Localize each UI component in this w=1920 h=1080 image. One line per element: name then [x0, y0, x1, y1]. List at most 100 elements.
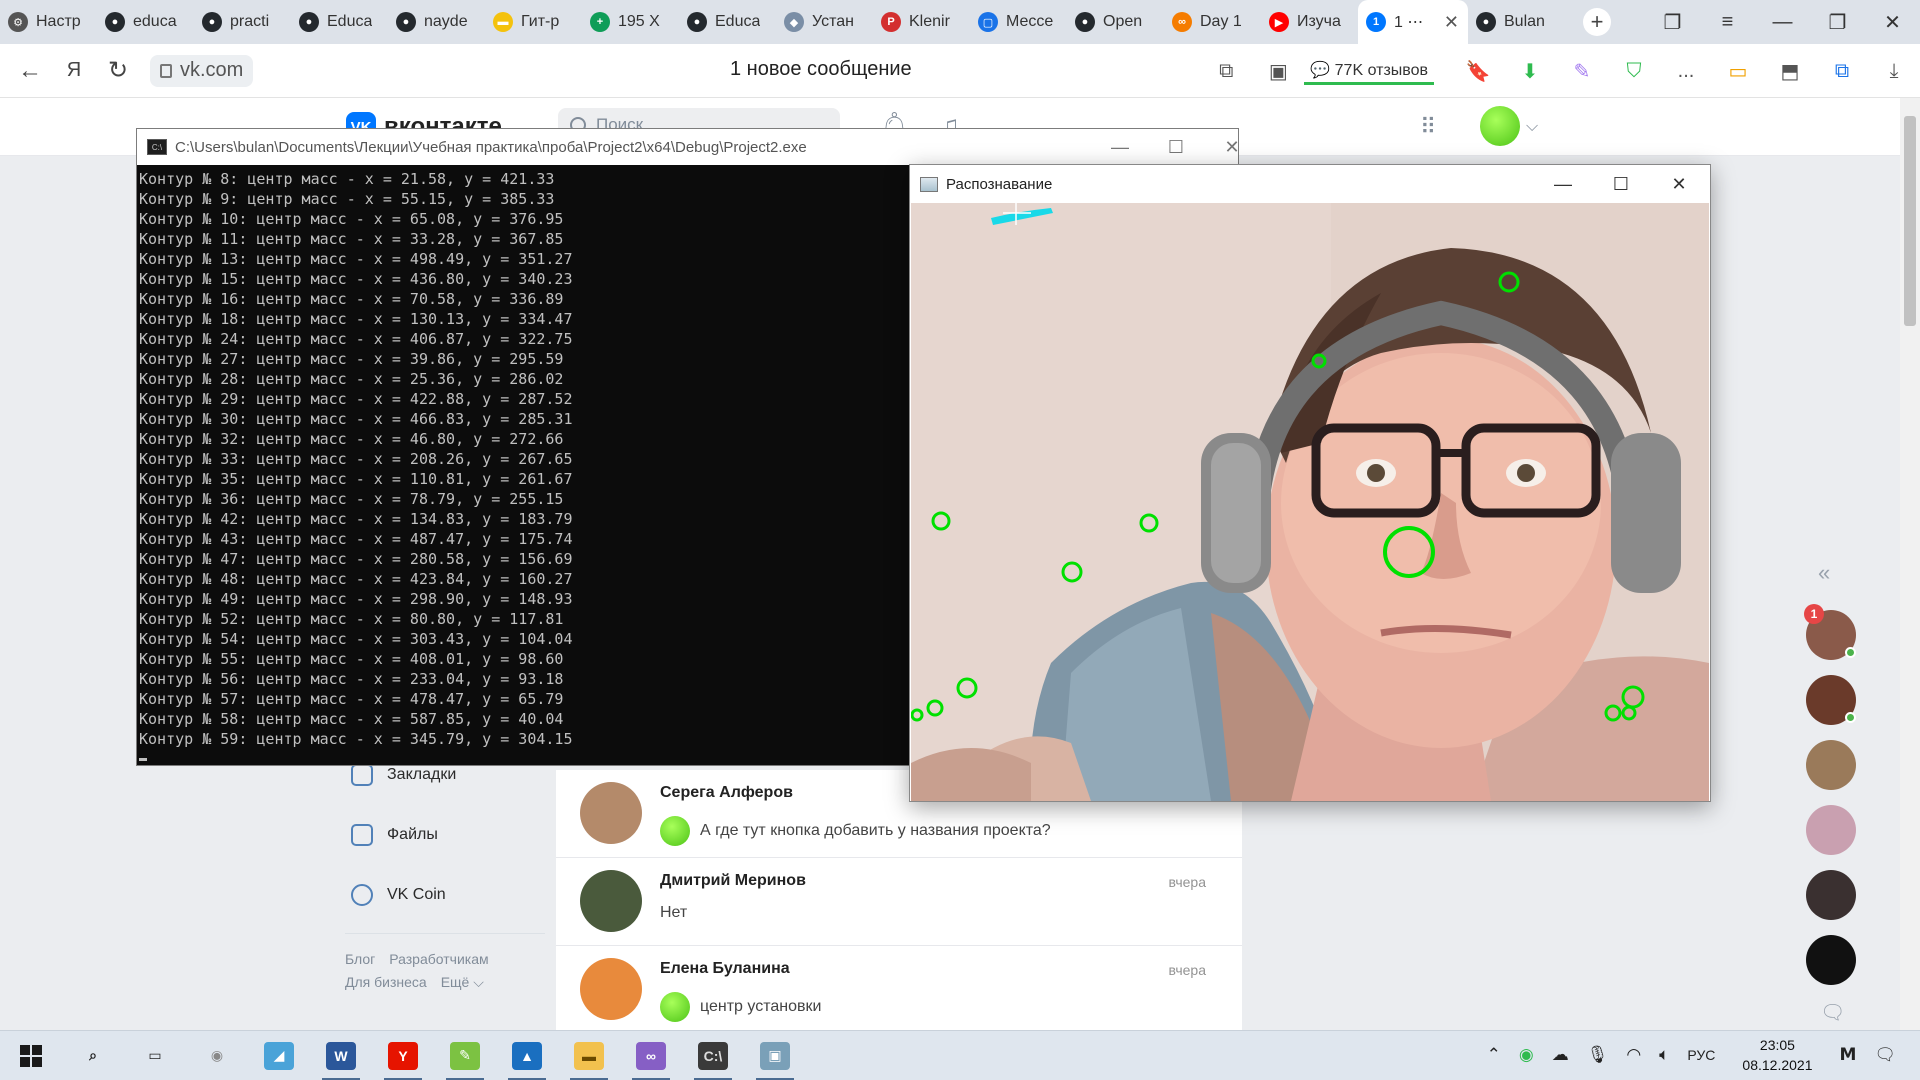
- page-scrollbar[interactable]: [1900, 98, 1920, 1030]
- more-button[interactable]: ...: [1660, 60, 1712, 83]
- taskbar-recognition-app-button[interactable]: ▣: [744, 1031, 806, 1080]
- yandex-button[interactable]: Я: [52, 59, 96, 82]
- menu-item-files[interactable]: Файлы: [345, 805, 545, 865]
- browser-tab[interactable]: ● educa: [97, 0, 194, 44]
- chat-avatar[interactable]: [1806, 870, 1856, 920]
- tab-label: Мессе: [1006, 13, 1054, 30]
- profile-sync-icon[interactable]: ⧉: [1816, 60, 1868, 83]
- chat-avatar[interactable]: [1806, 740, 1856, 790]
- browser-tab[interactable]: ▶ Изуча: [1261, 0, 1358, 44]
- taskbar-yandex-button[interactable]: Y: [372, 1031, 434, 1080]
- unread-badge: 1: [1804, 604, 1824, 624]
- microphone-icon[interactable]: 🎙︎: [1587, 1045, 1609, 1065]
- chat-avatar[interactable]: [1806, 935, 1856, 985]
- pen-icon[interactable]: ✎: [1556, 59, 1608, 84]
- browser-tab[interactable]: ∞ Day 1: [1164, 0, 1261, 44]
- extension-icon[interactable]: ▣: [1252, 59, 1304, 84]
- chat-avatar[interactable]: [1806, 675, 1856, 725]
- recognition-close-button[interactable]: ✕: [1650, 165, 1708, 203]
- recognition-maximize-button[interactable]: ☐: [1592, 165, 1650, 203]
- footer-link-blog[interactable]: Блог: [345, 951, 375, 967]
- widgets-icon[interactable]: Ⅿ: [1839, 1045, 1856, 1065]
- chat-icon: 💬: [1310, 61, 1331, 79]
- browser-tab[interactable]: ● practi: [194, 0, 291, 44]
- cloud-icon[interactable]: ☁: [1552, 1045, 1569, 1065]
- console-minimize-button[interactable]: —: [1092, 129, 1148, 165]
- tab-close-icon[interactable]: ✕: [1444, 12, 1459, 33]
- start-button[interactable]: [0, 1031, 62, 1080]
- tab-favicon-icon: ●: [202, 12, 222, 32]
- chevron-down-icon[interactable]: ⌵: [1526, 118, 1538, 136]
- taskbar-app-blue-button[interactable]: ◢: [248, 1031, 310, 1080]
- browser-tab[interactable]: ◆ Устан: [776, 0, 873, 44]
- maximize-button[interactable]: ❐: [1810, 10, 1865, 35]
- browser-tab[interactable]: ▬ Гит-р: [485, 0, 582, 44]
- tab-label: Настр: [36, 13, 81, 30]
- volume-icon[interactable]: 🔈︎: [1659, 1045, 1669, 1065]
- chat-avatar[interactable]: 1: [1804, 604, 1856, 660]
- close-button[interactable]: ✕: [1865, 10, 1920, 35]
- browser-tab[interactable]: P Klenir: [873, 0, 970, 44]
- notifications-icon[interactable]: 🗨︎: [1874, 1045, 1896, 1065]
- chevron-up-icon[interactable]: ⌃: [1487, 1045, 1501, 1065]
- taskbar-console-button[interactable]: C:\: [682, 1031, 744, 1080]
- shield-icon[interactable]: ⛉: [1608, 60, 1660, 83]
- back-button[interactable]: ←: [8, 57, 52, 85]
- collections-icon[interactable]: ⬒: [1764, 59, 1816, 84]
- browser-tab[interactable]: ● nayde: [388, 0, 485, 44]
- vk-left-menu: Закладки Файлы VK Coin Блог Разработчикам…: [345, 745, 545, 994]
- language-indicator[interactable]: РУС: [1687, 1047, 1715, 1063]
- clock[interactable]: 23:05 08.12.2021: [1742, 1035, 1812, 1075]
- browser-tab[interactable]: ● Open: [1067, 0, 1164, 44]
- url-field[interactable]: vk.com: [150, 54, 254, 87]
- footer-link-business[interactable]: Для бизнеса: [345, 974, 427, 990]
- camera-tray-icon[interactable]: ◉: [1519, 1045, 1534, 1065]
- browser-tab[interactable]: ● Educa: [291, 0, 388, 44]
- reload-button[interactable]: ↻: [96, 56, 140, 85]
- collapse-icon[interactable]: «: [1818, 560, 1862, 586]
- console-close-button[interactable]: ✕: [1204, 129, 1260, 165]
- chat-avatar[interactable]: [1806, 805, 1856, 855]
- browser-menu-icon[interactable]: ≡: [1700, 11, 1755, 34]
- chat-icon[interactable]: 🗨︎: [1820, 1000, 1862, 1025]
- minimize-button[interactable]: —: [1755, 11, 1810, 34]
- taskbar-word-button[interactable]: W: [310, 1031, 372, 1080]
- apps-grid-icon[interactable]: ⠿: [1420, 114, 1436, 140]
- recognition-title-bar[interactable]: Распознавание — ☐ ✕: [910, 165, 1710, 203]
- bookmark-icon[interactable]: 🔖: [1452, 59, 1504, 84]
- recognition-minimize-button[interactable]: —: [1534, 165, 1592, 203]
- footer-link-more[interactable]: Ещё ⌵: [441, 974, 484, 990]
- tab-manager-icon[interactable]: ❐: [1645, 10, 1700, 35]
- tab-label: practi: [230, 13, 270, 30]
- tab-favicon-icon: ▢: [978, 12, 998, 32]
- taskbar-photos-button[interactable]: ▲: [496, 1031, 558, 1080]
- list-item[interactable]: Елена Буланина вчера центр установки: [556, 946, 1242, 1034]
- reviews-badge[interactable]: 💬 77K отзывов: [1304, 58, 1434, 85]
- browser-tab[interactable]: ● Educa: [679, 0, 776, 44]
- browser-tab[interactable]: ▢ Мессе: [970, 0, 1067, 44]
- taskbar-explorer-button[interactable]: ▬: [558, 1031, 620, 1080]
- browser-tab[interactable]: ● Bulan: [1468, 0, 1565, 44]
- download-arrow-icon[interactable]: ⬇: [1504, 59, 1556, 84]
- console-title-bar[interactable]: C:\ C:\Users\bulan\Documents\Лекции\Учеб…: [137, 129, 1240, 165]
- taskbar-visual-studio-button[interactable]: ∞: [620, 1031, 682, 1080]
- console-maximize-button[interactable]: ☐: [1148, 129, 1204, 165]
- menu-item-vk-coin[interactable]: VK Coin: [345, 865, 545, 925]
- menu-divider: [345, 933, 545, 934]
- battery-icon[interactable]: ▭: [1712, 59, 1764, 84]
- new-tab-button[interactable]: +: [1583, 8, 1611, 36]
- browser-tab[interactable]: ⚙ Настр: [0, 0, 97, 44]
- downloads-icon[interactable]: ⤓: [1868, 60, 1920, 83]
- browser-tab[interactable]: +195 Х: [582, 0, 679, 44]
- list-item[interactable]: Дмитрий Меринов вчера Нет: [556, 858, 1242, 946]
- user-avatar[interactable]: [1480, 106, 1520, 146]
- copy-icon[interactable]: ⧉: [1200, 60, 1252, 83]
- browser-tab[interactable]: 1 1 ⋯ ✕: [1358, 0, 1468, 44]
- tab-favicon-icon: ●: [396, 12, 416, 32]
- wifi-icon[interactable]: ◠: [1626, 1045, 1641, 1065]
- footer-link-developers[interactable]: Разработчикам: [389, 951, 488, 967]
- taskbar-task-view-button[interactable]: ▭: [124, 1031, 186, 1080]
- taskbar-search-button[interactable]: ⌕: [62, 1031, 124, 1080]
- taskbar-disc-button[interactable]: ◉: [186, 1031, 248, 1080]
- taskbar-tools-button[interactable]: ✎: [434, 1031, 496, 1080]
